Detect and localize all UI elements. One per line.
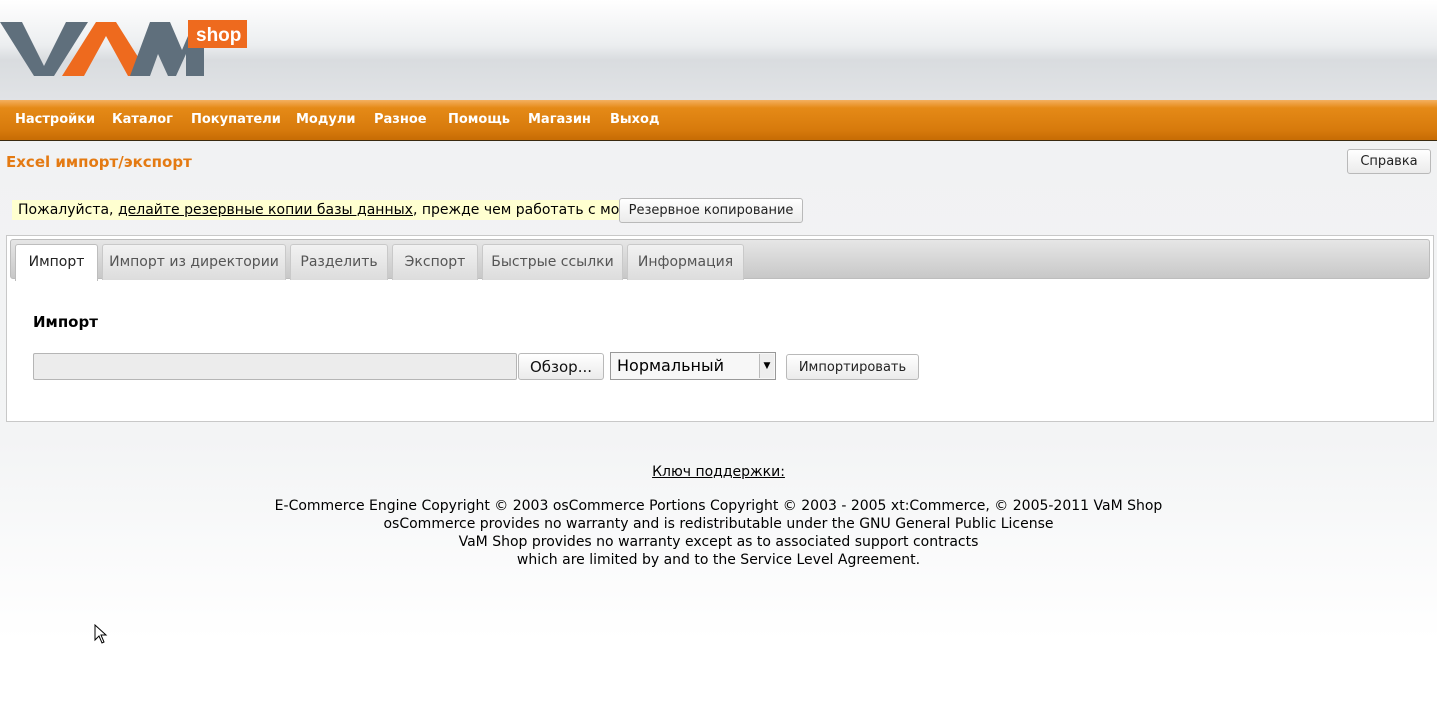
footer-line: E-Commerce Engine Copyright © 2003 osCom…: [274, 498, 1163, 514]
footer-copyright: E-Commerce Engine Copyright © 2003 osCom…: [0, 497, 1437, 569]
nav-item-misc[interactable]: Разное: [374, 112, 427, 127]
support-key-row: Ключ поддержки:: [0, 464, 1437, 480]
tab-export[interactable]: Экспорт: [392, 244, 478, 280]
vamshop-logo[interactable]: shop: [0, 10, 250, 82]
tab-import-from-directory[interactable]: Импорт из директории: [102, 244, 286, 280]
nav-item-help[interactable]: Помощь: [448, 112, 510, 127]
backup-button[interactable]: Резервное копирование: [619, 198, 803, 223]
import-section-title: Импорт: [33, 313, 98, 331]
footer-line: which are limited by and to the Service …: [516, 552, 921, 568]
import-export-panel: Импорт Импорт из директории Разделить Эк…: [6, 235, 1434, 422]
tab-quick-links[interactable]: Быстрые ссылки: [482, 244, 623, 280]
nav-item-shop[interactable]: Магазин: [528, 112, 591, 127]
import-button[interactable]: Импортировать: [786, 354, 919, 380]
page-title: Excel импорт/экспорт: [6, 153, 192, 171]
nav-item-modules[interactable]: Модули: [296, 112, 355, 127]
tab-split[interactable]: Разделить: [290, 244, 388, 280]
nav-item-settings[interactable]: Настройки: [15, 112, 95, 127]
import-mode-value: Нормальный: [617, 356, 724, 375]
backup-notice: Пожалуйста, делайте резервные копии базы…: [12, 200, 677, 220]
tab-information[interactable]: Информация: [627, 244, 744, 280]
tab-bar: Импорт Импорт из директории Разделить Эк…: [10, 239, 1430, 281]
backup-link[interactable]: делайте резервные копии базы данных: [118, 202, 413, 218]
chevron-down-icon: ▼: [759, 354, 774, 378]
support-key-label[interactable]: Ключ поддержки:: [652, 464, 785, 480]
file-path-input[interactable]: [33, 353, 517, 380]
nav-item-customers[interactable]: Покупатели: [191, 112, 281, 127]
footer-line: osCommerce provides no warranty and is r…: [383, 516, 1054, 532]
main-nav: Настройки Каталог Покупатели Модули Разн…: [0, 100, 1437, 141]
browse-button[interactable]: Обзор...: [518, 353, 604, 380]
help-button[interactable]: Справка: [1347, 149, 1431, 174]
header: shop: [0, 0, 1437, 100]
nav-item-catalog[interactable]: Каталог: [112, 112, 173, 127]
logo-badge-text: shop: [196, 25, 241, 46]
mouse-cursor-icon: [94, 624, 108, 644]
notice-text-before: Пожалуйста,: [18, 202, 118, 218]
footer-line: VaM Shop provides no warranty except as …: [458, 534, 979, 550]
nav-item-logout[interactable]: Выход: [610, 112, 659, 127]
import-mode-select[interactable]: Нормальный ▼: [610, 352, 776, 380]
tab-import[interactable]: Импорт: [15, 244, 98, 281]
